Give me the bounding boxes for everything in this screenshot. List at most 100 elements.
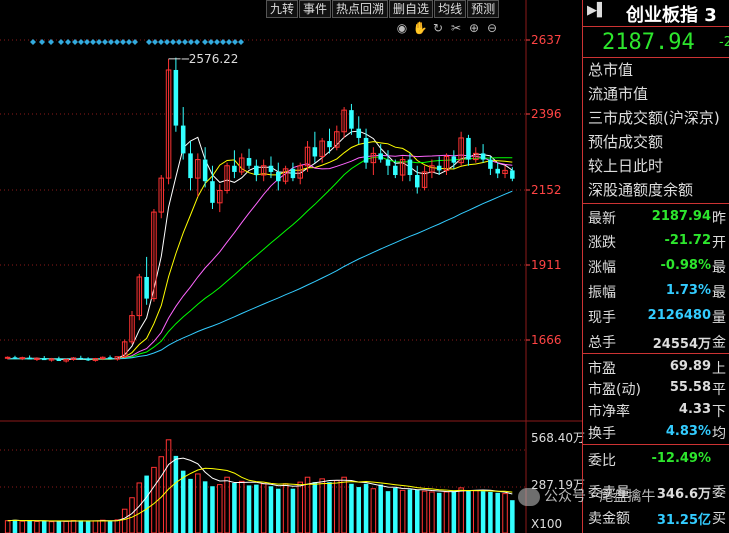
- candle-body: [436, 165, 442, 171]
- volume-bar: [12, 519, 18, 533]
- market-info-list: 总市值 流通市值 三市成交额(沪深京) 预估成交额 较上日此时 深股通额度余额: [583, 58, 720, 202]
- candle-body: [451, 156, 457, 163]
- volume-bar: [488, 491, 493, 533]
- volume-bar: [378, 484, 383, 533]
- stat-tail-label: 量: [712, 310, 726, 326]
- price-tick-label: 1911: [531, 258, 562, 272]
- stat-row: 现手 2126480 量: [583, 304, 729, 328]
- volume-tick-label: 568.40万: [531, 431, 585, 445]
- volume-bar: [173, 455, 179, 533]
- candle-body: [232, 165, 237, 172]
- panel-toggle-icon[interactable]: ▶▌: [587, 3, 607, 18]
- candle-body: [180, 125, 186, 154]
- candle-body: [407, 159, 413, 176]
- candle-body: [56, 358, 62, 362]
- info-northbound-quota[interactable]: 深股通额度余额: [583, 178, 720, 202]
- candle-body: [488, 159, 493, 169]
- volume-bar: [385, 491, 391, 533]
- volume-bar: [41, 520, 47, 533]
- stat-value: -21.72: [664, 233, 711, 248]
- volume-bar: [107, 520, 113, 533]
- candle-body: [356, 128, 362, 138]
- candle-body: [85, 359, 91, 361]
- zoom-out-icon[interactable]: ⊖: [484, 20, 500, 36]
- stat-label: 卖金额: [588, 511, 630, 527]
- events-button[interactable]: 事件: [299, 0, 332, 18]
- stat-tail-label: 最: [712, 260, 726, 276]
- candle-body: [363, 137, 369, 163]
- stat-row: 涨跌 -21.72 开: [583, 229, 729, 253]
- index-name: 创业板指 3: [626, 5, 717, 26]
- stat-value: 2187.94: [651, 209, 711, 224]
- volume-bar: [180, 470, 186, 533]
- watermark: 公众号 · 尾盘擒牛: [518, 486, 668, 510]
- candle-body: [144, 276, 149, 299]
- hotspot-review-button[interactable]: 热点回溯: [332, 0, 389, 18]
- info-turnover-three-markets[interactable]: 三市成交额(沪深京): [583, 106, 720, 130]
- eye-icon[interactable]: ◉: [394, 20, 410, 36]
- stat-row: 市净率 4.33 下: [583, 398, 729, 422]
- quote-title-bar: ▶▌ 创业板指 3: [583, 0, 729, 27]
- volume-bar: [210, 486, 215, 533]
- volume-bar: [349, 483, 354, 533]
- candle-body: [4, 356, 11, 359]
- volume-bar: [276, 488, 281, 533]
- volume-bar: [510, 500, 515, 533]
- stat-tail-label: 均: [712, 426, 726, 442]
- stat-value: 4.83%: [665, 424, 711, 439]
- zoom-in-icon[interactable]: ⊕: [466, 20, 482, 36]
- candle-body: [393, 165, 398, 176]
- stat-value: -12.49%: [651, 451, 711, 466]
- hand-icon[interactable]: ✋: [412, 20, 428, 36]
- volume-tick-label: X100: [531, 517, 562, 531]
- stat-label: 市盈(动): [588, 382, 641, 398]
- stat-value: 69.89: [669, 359, 711, 374]
- volume-bar: [495, 492, 500, 533]
- forecast-button[interactable]: 预测: [467, 0, 500, 18]
- candle-body: [246, 158, 252, 166]
- candle-body: [173, 69, 179, 126]
- remove-watchlist-button[interactable]: 删自选: [389, 0, 434, 18]
- volume-bar: [466, 490, 471, 533]
- chart-tools: ◉ ✋ ↻ ✂ ⊕ ⊖: [392, 20, 500, 36]
- high-price-label: ─2576.22: [181, 52, 239, 66]
- candle-body: [414, 175, 420, 188]
- stat-row: 总手 24554万金: [583, 329, 729, 353]
- volume-bar: [327, 482, 332, 533]
- info-estimated-turnover[interactable]: 预估成交额: [583, 130, 720, 154]
- stat-tail-label: 下: [712, 404, 726, 420]
- current-price: 2187.94: [602, 30, 695, 55]
- info-total-market-cap[interactable]: 总市值: [583, 58, 720, 82]
- candle-body: [210, 181, 215, 203]
- stat-label: 换手: [588, 426, 616, 442]
- volume-bar: [268, 486, 274, 533]
- refresh-icon[interactable]: ↻: [430, 20, 446, 36]
- volume-bar: [290, 488, 296, 533]
- volume-bar: [312, 482, 318, 533]
- candle-body: [290, 168, 296, 179]
- volume-bar: [56, 521, 62, 533]
- stat-label: 涨跌: [588, 235, 616, 251]
- volume-bar: [363, 483, 369, 533]
- info-vs-yesterday[interactable]: 较上日此时: [583, 154, 720, 178]
- volume-bar: [451, 490, 457, 533]
- price-tick-label: 2396: [531, 107, 562, 121]
- stat-label: 市盈: [588, 361, 616, 377]
- volume-bar: [85, 521, 91, 533]
- stat-tail-label: 委: [712, 485, 726, 501]
- info-float-market-cap[interactable]: 流通市值: [583, 82, 720, 106]
- nine-turn-button[interactable]: 九转: [266, 0, 299, 18]
- stat-value: 55.58: [669, 380, 711, 395]
- moving-average-button[interactable]: 均线: [434, 0, 467, 18]
- stat-label: 市净率: [588, 404, 630, 420]
- stat-tail-label: 平: [712, 382, 726, 398]
- candle-body: [27, 357, 32, 360]
- volume-bar: [78, 520, 84, 533]
- candle-body: [107, 357, 113, 360]
- divider: [583, 444, 729, 445]
- price-header: 2187.94 -2: [583, 27, 729, 58]
- scissors-icon[interactable]: ✂: [448, 20, 464, 36]
- stat-value: -0.98%: [660, 258, 712, 273]
- stat-label: 最新: [588, 211, 616, 227]
- candle-body: [254, 165, 259, 176]
